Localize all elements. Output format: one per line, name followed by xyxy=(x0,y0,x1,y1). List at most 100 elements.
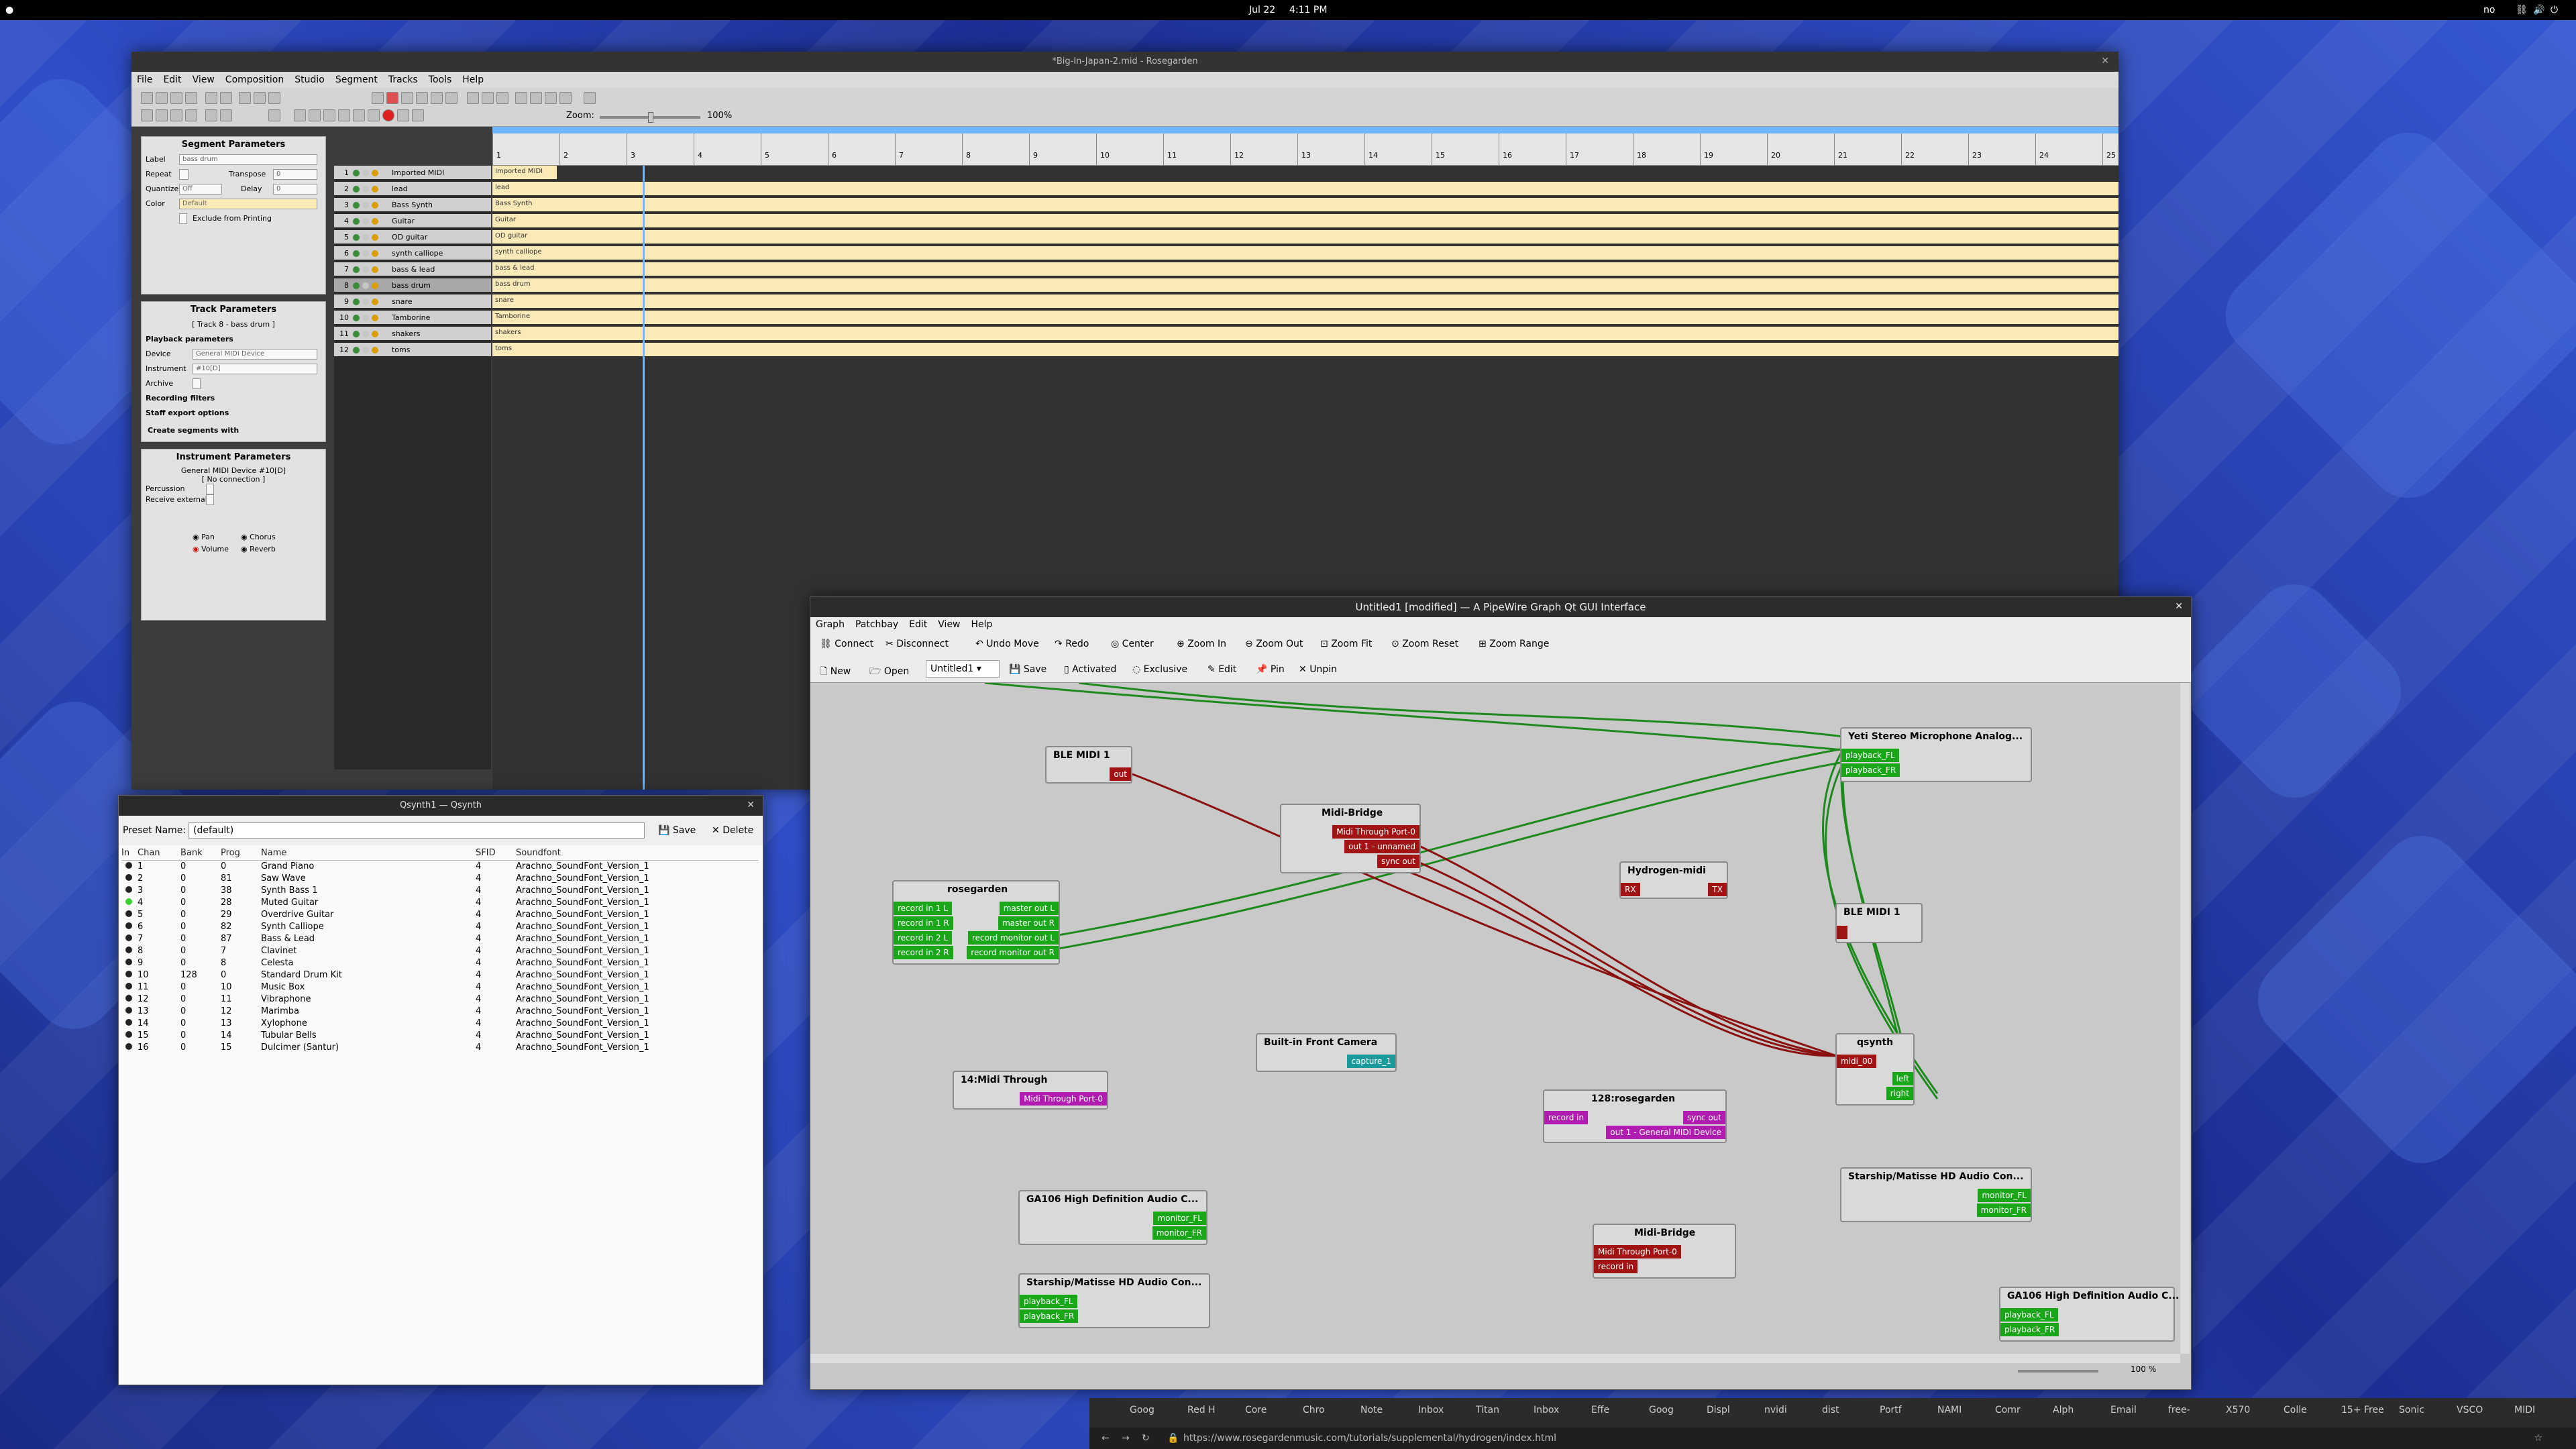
node-qsynth[interactable]: qsynth midi_00 left right xyxy=(1835,1033,1915,1106)
menu-edit[interactable]: Edit xyxy=(158,72,186,85)
percussion-checkbox[interactable] xyxy=(206,484,214,494)
browser-tab[interactable]: Alph xyxy=(2053,1405,2074,1415)
cut-icon[interactable] xyxy=(239,92,251,104)
menu-edit[interactable]: Edit xyxy=(904,617,932,630)
browser-tab[interactable]: Inbox xyxy=(1534,1405,1559,1415)
browser-tab[interactable]: 15+ Free xyxy=(2341,1405,2384,1415)
edit-button[interactable]: ✎ Edit xyxy=(1208,664,1236,675)
browser-tab[interactable]: Goog xyxy=(1649,1405,1674,1415)
port-playback-fl[interactable]: playback_FL xyxy=(1020,1295,1077,1308)
browser-tab[interactable]: Colle xyxy=(2284,1405,2307,1415)
undo-icon[interactable] xyxy=(205,92,217,104)
record-led[interactable] xyxy=(362,250,369,257)
matrix-editor-icon[interactable] xyxy=(467,92,479,104)
select-tool-icon[interactable] xyxy=(372,92,384,104)
browser-tab[interactable]: VSCO xyxy=(2457,1405,2483,1415)
reload-icon[interactable]: ↻ xyxy=(1142,1428,1150,1449)
quantize-select[interactable]: Off xyxy=(179,184,222,195)
solo-led[interactable] xyxy=(372,282,378,289)
delete-button[interactable]: ✕ Delete xyxy=(712,825,753,836)
network-icon[interactable]: ⛓ xyxy=(2516,5,2528,15)
track-header[interactable]: 1 Imported MIDI xyxy=(334,166,491,180)
menu-tracks[interactable]: Tracks xyxy=(383,72,423,85)
save-icon[interactable] xyxy=(170,92,182,104)
track-header[interactable]: 2 lead xyxy=(334,182,491,197)
browser-tab[interactable]: MIDI xyxy=(2514,1405,2535,1415)
mute-led[interactable] xyxy=(353,234,360,241)
port-in[interactable]: in xyxy=(1837,926,1847,939)
percussion-editor-icon[interactable] xyxy=(515,92,527,104)
zoom-in-button[interactable]: ⊕ Zoom In xyxy=(1177,639,1226,649)
keyboard-layout[interactable]: no xyxy=(2483,5,2495,15)
playback-params-toggle[interactable]: Playback parameters xyxy=(146,335,233,343)
new-icon[interactable] xyxy=(141,92,153,104)
mute-led[interactable] xyxy=(353,315,360,321)
track-header[interactable]: 6 synth calliope xyxy=(334,246,491,261)
browser-tab[interactable]: NAMI xyxy=(1937,1405,1962,1415)
mute-led[interactable] xyxy=(353,331,360,337)
track-label[interactable]: shakers xyxy=(392,327,420,341)
node-ble-midi-out[interactable]: BLE MIDI 1 out xyxy=(1045,746,1132,784)
table-row[interactable]: 13 0 12 Marimba 4 Arachno_SoundFont_Version_1 xyxy=(121,1006,759,1018)
table-row[interactable]: 5 0 29 Overdrive Guitar 4 Arachno_SoundFont_V… xyxy=(121,909,759,921)
segment[interactable]: shakers xyxy=(492,327,2118,341)
disconnect-button[interactable]: ✂ Disconnect xyxy=(885,639,949,649)
table-row[interactable]: 4 0 28 Muted Guitar 4 Arachno_SoundFont_Versi… xyxy=(121,897,759,909)
node-front-camera[interactable]: Built-in Front Camera capture_1 xyxy=(1256,1033,1397,1072)
browser-tab[interactable]: Core xyxy=(1245,1405,1267,1415)
menu-view[interactable]: View xyxy=(187,72,220,85)
bookmark-star-icon[interactable]: ☆ xyxy=(2534,1428,2542,1449)
table-row[interactable]: 7 0 87 Bass & Lead 4 Arachno_SoundFont_Versio… xyxy=(121,933,759,945)
solo-icon[interactable] xyxy=(412,109,424,121)
col-soundfont[interactable]: Soundfont xyxy=(516,847,759,861)
table-row[interactable]: 8 0 7 Clavinet 4 Arachno_SoundFont_Version_1 xyxy=(121,945,759,957)
col-chan[interactable]: Chan xyxy=(138,847,180,861)
patchbay-select[interactable]: Untitled1 ▾ xyxy=(926,660,1000,678)
port-playback-fr[interactable]: playback_FR xyxy=(1020,1309,1079,1323)
table-row[interactable]: 16 0 15 Dulcimer (Santur) 4 Arachno_SoundFont… xyxy=(121,1042,759,1054)
solo-led[interactable] xyxy=(372,347,378,354)
node-rosegarden[interactable]: rosegarden record in 1 L record in 1 R r… xyxy=(892,880,1060,965)
node-midi-bridge-2[interactable]: Midi-Bridge Midi Through Port-0 record i… xyxy=(1593,1224,1736,1279)
delete-track-icon[interactable] xyxy=(156,109,168,121)
track-label[interactable]: bass & lead xyxy=(392,262,435,277)
horizontal-scrollbar[interactable] xyxy=(810,1354,2180,1363)
segment[interactable]: synth calliope xyxy=(492,246,2118,261)
solo-led[interactable] xyxy=(372,266,378,273)
port-record-in-2r[interactable]: record in 2 R xyxy=(894,946,953,959)
track-label[interactable]: Bass Synth xyxy=(392,198,433,213)
track-label[interactable]: lead xyxy=(392,182,408,197)
browser-tab[interactable]: Email xyxy=(2110,1405,2137,1415)
track-label[interactable]: Imported MIDI xyxy=(392,166,444,180)
undo-move-button[interactable]: ↶ Undo Move xyxy=(975,639,1039,649)
browser-tab[interactable]: nvidi xyxy=(1764,1405,1787,1415)
redo-icon[interactable] xyxy=(220,92,232,104)
node-starship-monitor[interactable]: Starship/Matisse HD Audio Con... monitor… xyxy=(1840,1167,2032,1222)
midi-link[interactable] xyxy=(1387,830,1837,1057)
open-button[interactable]: 🗁 Open xyxy=(869,664,909,680)
fast-forward-end-icon[interactable] xyxy=(353,109,365,121)
node-rosegarden-128[interactable]: 128:rosegarden record in sync out out 1 … xyxy=(1543,1089,1727,1143)
rewind-start-icon[interactable] xyxy=(294,109,306,121)
table-row[interactable]: 11 0 10 Music Box 4 Arachno_SoundFont_Version… xyxy=(121,981,759,994)
unpin-button[interactable]: ✕ Unpin xyxy=(1299,664,1337,675)
move-track-down-icon[interactable] xyxy=(185,109,197,121)
browser-tab[interactable]: free- xyxy=(2168,1405,2190,1415)
mute-all-icon[interactable] xyxy=(205,109,217,121)
node-midi-through[interactable]: 14:Midi Through Midi Through Port-0 xyxy=(953,1071,1108,1110)
move-track-up-icon[interactable] xyxy=(170,109,182,121)
connect-button[interactable]: ⛓ Connect xyxy=(820,639,873,649)
exclude-checkbox[interactable] xyxy=(179,213,187,224)
close-icon[interactable]: ✕ xyxy=(2101,56,2109,66)
browser-tab[interactable]: Comr xyxy=(1995,1405,2021,1415)
port-midi-through-in[interactable]: Midi Through Port-0 xyxy=(1594,1245,1681,1258)
stop-icon[interactable] xyxy=(368,109,380,121)
midi-link[interactable] xyxy=(1387,848,1837,1057)
midi-link[interactable] xyxy=(1387,863,1837,1057)
save-button[interactable]: 💾 Save xyxy=(658,825,696,836)
menu-file[interactable]: File xyxy=(131,72,158,85)
device-select[interactable]: General MIDI Device xyxy=(193,349,317,360)
segment[interactable]: OD guitar xyxy=(492,230,2118,245)
unmute-all-icon[interactable] xyxy=(220,109,232,121)
solo-led[interactable] xyxy=(372,315,378,321)
